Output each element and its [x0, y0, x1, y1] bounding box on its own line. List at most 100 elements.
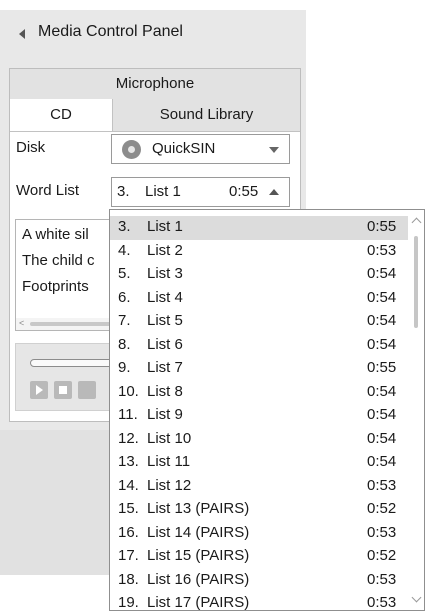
disc-icon: [122, 140, 141, 159]
option-number: 18.: [118, 570, 139, 588]
dropdown-option[interactable]: 6. List 4 0:54: [110, 287, 408, 311]
option-duration: 0:54: [367, 312, 397, 329]
option-number: 6.: [118, 288, 131, 306]
option-duration: 0:55: [367, 218, 397, 235]
word-list-selected-duration: 0:55: [229, 183, 259, 200]
option-duration: 0:52: [367, 500, 397, 517]
dropdown-option[interactable]: 5. List 3 0:54: [110, 263, 408, 287]
option-number: 13.: [118, 453, 139, 470]
scroll-thumb[interactable]: [414, 236, 418, 328]
chevron-down-icon: [269, 147, 279, 153]
option-number: 10.: [118, 382, 139, 400]
option-number: 3.: [118, 218, 131, 235]
dropdown-option[interactable]: 9. List 7 0:55: [110, 357, 408, 381]
word-list-label: Word List: [16, 182, 80, 199]
option-number: 14.: [118, 476, 139, 494]
chevron-up-icon: [269, 189, 279, 195]
option-duration: 0:52: [367, 547, 397, 564]
dropdown-option[interactable]: 12. List 10 0:54: [110, 428, 408, 452]
dropdown-option[interactable]: 14. List 12 0:53: [110, 475, 408, 499]
vertical-scrollbar[interactable]: [408, 210, 424, 610]
option-name: List 4: [147, 288, 183, 306]
word-list-selected-name: List 1: [145, 183, 181, 200]
dropdown-option[interactable]: 11. List 9 0:54: [110, 404, 408, 428]
panel-title: Media Control Panel: [38, 23, 183, 40]
word-list-dropdown[interactable]: 3. List 1 0:55 4. List 2 0:53 5. List 3 …: [109, 209, 425, 611]
sentence-item[interactable]: The child c: [22, 252, 95, 269]
option-number: 9.: [118, 359, 131, 376]
option-duration: 0:54: [367, 265, 397, 282]
option-duration: 0:53: [367, 594, 397, 611]
option-name: List 16 (PAIRS): [147, 570, 250, 588]
sentence-item[interactable]: Footprints: [22, 278, 89, 295]
option-name: List 10: [147, 429, 192, 447]
option-duration: 0:54: [367, 453, 397, 470]
option-duration: 0:54: [367, 382, 397, 400]
option-name: List 1: [147, 218, 183, 235]
option-name: List 17 (PAIRS): [147, 594, 250, 611]
option-number: 11.: [118, 406, 138, 423]
option-number: 5.: [118, 265, 131, 282]
option-duration: 0:53: [367, 523, 397, 541]
option-name: List 12: [147, 476, 192, 494]
option-name: List 15 (PAIRS): [147, 547, 250, 564]
option-name: List 3: [147, 265, 183, 282]
dropdown-option[interactable]: 15. List 13 (PAIRS) 0:52: [110, 498, 408, 522]
option-name: List 8: [147, 382, 183, 400]
dropdown-option[interactable]: 17. List 15 (PAIRS) 0:52: [110, 545, 408, 569]
option-number: 16.: [118, 523, 139, 541]
option-name: List 11: [147, 453, 191, 470]
play-icon: [36, 385, 43, 395]
dropdown-option[interactable]: 19. List 17 (PAIRS) 0:53: [110, 592, 408, 611]
option-number: 7.: [118, 312, 131, 329]
word-list-selected-number: 3.: [117, 183, 130, 200]
tab-cd[interactable]: CD: [10, 99, 113, 132]
option-name: List 13 (PAIRS): [147, 500, 250, 517]
scroll-down-icon[interactable]: [411, 592, 422, 603]
dropdown-option[interactable]: 13. List 11 0:54: [110, 451, 408, 475]
scroll-thumb[interactable]: [30, 322, 120, 326]
option-number: 19.: [118, 594, 139, 611]
option-duration: 0:54: [367, 406, 397, 423]
media-button[interactable]: [78, 381, 96, 399]
dropdown-option-selected[interactable]: 3. List 1 0:55: [110, 216, 408, 240]
option-name: List 5: [147, 312, 183, 329]
option-duration: 0:54: [367, 429, 397, 447]
scroll-up-icon[interactable]: [411, 217, 422, 228]
option-number: 12.: [118, 429, 139, 447]
dropdown-option[interactable]: 16. List 14 (PAIRS) 0:53: [110, 522, 408, 546]
option-name: List 7: [147, 359, 183, 376]
option-duration: 0:53: [367, 570, 397, 588]
dropdown-option[interactable]: 10. List 8 0:54: [110, 381, 408, 405]
option-duration: 0:53: [367, 476, 397, 494]
option-duration: 0:54: [367, 288, 397, 306]
play-button[interactable]: [30, 381, 48, 399]
word-list-select[interactable]: 3. List 1 0:55: [111, 177, 290, 207]
option-number: 4.: [118, 241, 131, 259]
option-duration: 0:53: [367, 241, 397, 259]
dropdown-option[interactable]: 18. List 16 (PAIRS) 0:53: [110, 569, 408, 593]
disk-select[interactable]: QuickSIN: [111, 134, 290, 164]
option-name: List 14 (PAIRS): [147, 523, 250, 541]
option-name: List 9: [147, 406, 183, 423]
option-duration: 0:55: [367, 359, 397, 376]
tab-microphone[interactable]: Microphone: [10, 69, 300, 100]
option-number: 17.: [118, 547, 139, 564]
dropdown-option[interactable]: 4. List 2 0:53: [110, 240, 408, 264]
option-name: List 2: [147, 241, 183, 259]
option-duration: 0:54: [367, 335, 397, 353]
option-number: 15.: [118, 500, 139, 517]
dropdown-option[interactable]: 7. List 5 0:54: [110, 310, 408, 334]
option-name: List 6: [147, 335, 183, 353]
tab-sound-library[interactable]: Sound Library: [113, 99, 300, 132]
sentence-item[interactable]: A white sil: [22, 226, 89, 243]
option-number: 8.: [118, 335, 131, 353]
stop-icon: [59, 386, 67, 394]
scroll-left-icon[interactable]: <: [19, 318, 24, 328]
panel-header[interactable]: Media Control Panel: [0, 10, 306, 58]
disk-label: Disk: [16, 139, 46, 156]
disk-value: QuickSIN: [152, 140, 216, 157]
collapse-icon[interactable]: [19, 29, 25, 39]
dropdown-option[interactable]: 8. List 6 0:54: [110, 334, 408, 358]
stop-button[interactable]: [54, 381, 72, 399]
